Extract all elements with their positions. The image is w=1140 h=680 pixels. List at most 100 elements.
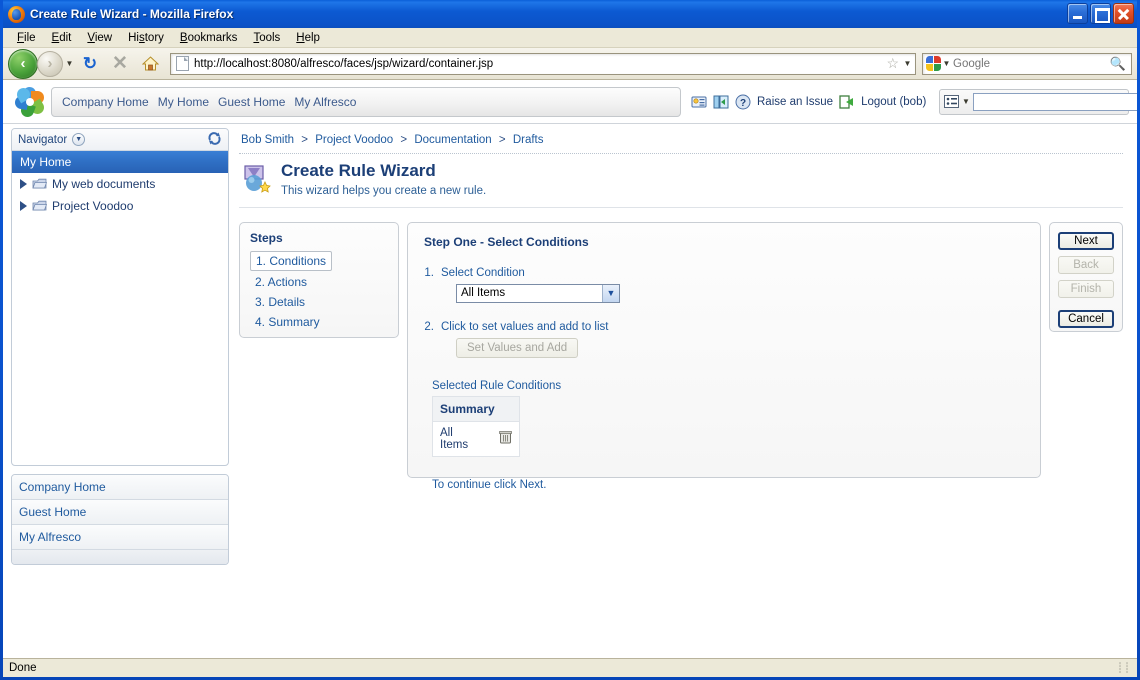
selected-conditions-caption: Selected Rule Conditions [432,379,562,392]
maximize-button[interactable] [1090,3,1111,24]
magnifier-icon[interactable]: 🔍 [1110,56,1126,72]
shelf-icon[interactable] [713,94,729,110]
breadcrumb-item-3[interactable]: Drafts [513,134,544,146]
refresh-icon[interactable] [207,131,222,149]
search-engine-dropdown-icon[interactable]: ▼ [942,59,951,68]
selected-conditions-table: Summary All Items [432,395,520,457]
reload-icon[interactable]: ↻ [76,50,104,78]
navigator-header: Navigator ▼ [12,129,228,151]
app-header: Company Home My Home Guest Home My Alfre… [3,80,1137,124]
trash-icon[interactable] [499,430,512,447]
step-details[interactable]: 3. Details [250,292,388,312]
table-row: All Items [433,421,519,456]
quick-search-input[interactable] [972,92,1137,111]
browser-window: Create Rule Wizard - Mozilla Firefox Fil… [0,0,1140,680]
window-title: Create Rule Wizard - Mozilla Firefox [30,7,234,21]
set-values-and-add-button[interactable]: Set Values and Add [456,337,579,358]
sidebar-item-project-voodoo[interactable]: Project Voodoo [12,195,228,217]
sidebar-item-my-web-documents[interactable]: My web documents [12,173,228,195]
google-icon[interactable] [926,56,941,71]
url-bar[interactable]: http://localhost:8080/alfresco/faces/jsp… [170,52,916,75]
title-bar: Create Rule Wizard - Mozilla Firefox [3,0,1137,28]
step-summary[interactable]: 4. Summary [250,312,388,332]
nav-link-my-alfresco[interactable]: My Alfresco [294,95,356,109]
main-content: Bob Smith > Project Voodoo > Documentati… [229,124,1137,658]
sidebar-item-label: Project Voodoo [52,199,134,213]
wizard-main-panel: Step One - Select Conditions 1. Select C… [407,221,1041,491]
user-profile-icon[interactable] [691,94,707,110]
steps-title: Steps [250,230,283,245]
nav-link-my-home[interactable]: My Home [158,95,209,109]
url-text[interactable]: http://localhost:8080/alfresco/faces/jsp… [194,58,882,70]
browser-search-bar[interactable]: ▼ 🔍 [922,52,1132,75]
nav-link-guest-home[interactable]: Guest Home [218,95,285,109]
cancel-button[interactable]: Cancel [1058,309,1114,328]
breadcrumb-separator: > [498,134,506,146]
triangle-right-icon[interactable] [20,201,27,211]
home-icon[interactable] [136,50,164,78]
table-header-summary: Summary [433,396,519,422]
breadcrumb-item-0[interactable]: Bob Smith [241,134,294,146]
chevron-down-icon[interactable]: ▼ [65,59,74,68]
status-bar: Done ┊┊ [3,658,1137,677]
page-viewport: Company Home My Home Guest Home My Alfre… [3,80,1137,658]
sidebar-shortcuts: Company Home Guest Home My Alfresco [11,474,229,565]
sidebar-item-label: My web documents [52,177,156,191]
triangle-right-icon[interactable] [20,179,27,189]
next-button[interactable]: Next [1058,231,1114,250]
page-title: Create Rule Wizard [281,161,436,180]
firefox-icon [8,5,25,23]
sidebar-link-guest-home[interactable]: Guest Home [12,500,228,525]
step-actions[interactable]: 2. Actions [250,272,388,292]
chevron-down-icon[interactable]: ▼ [72,133,86,146]
menu-tools[interactable]: Tools [245,30,288,46]
app-nav-links: Company Home My Home Guest Home My Alfre… [51,86,681,117]
close-button[interactable] [1113,3,1134,24]
menu-file[interactable]: File [9,30,44,46]
field-label: Select Condition [441,266,525,279]
breadcrumb-item-1[interactable]: Project Voodoo [315,134,393,146]
step-conditions[interactable]: 1. Conditions [250,250,333,271]
field-number: 2. [424,320,434,333]
resize-grip-icon[interactable]: ┊┊ [1117,663,1131,674]
stop-icon[interactable]: ✕ [106,50,134,78]
sidebar-link-company-home[interactable]: Company Home [12,475,228,500]
select-condition-dropdown[interactable]: All Items ▼ [456,283,620,303]
logout-link[interactable]: Logout (bob) [861,96,926,108]
menu-edit[interactable]: Edit [44,30,80,46]
folder-icon [32,178,48,191]
minimize-button[interactable] [1067,3,1088,24]
header-tools: ? Raise an Issue Logout (bob) [691,94,926,110]
menu-help[interactable]: Help [288,30,328,46]
menu-bookmarks[interactable]: Bookmarks [172,30,246,46]
field-select-condition: 1. Select Condition [424,267,1024,279]
back-arrow-icon[interactable]: ‹ [8,48,38,79]
forward-arrow-icon[interactable]: › [37,50,63,77]
sidebar-item-my-home[interactable]: My Home [12,151,228,173]
field-number: 1. [424,266,434,279]
wizard-layout: Steps 1. Conditions 2. Actions 3. Detail… [239,221,1123,491]
breadcrumb-item-2[interactable]: Documentation [414,134,491,146]
quick-search: ▼ 🔍 [939,88,1137,115]
browser-client: File Edit View History Bookmarks Tools H… [3,28,1137,677]
chevron-down-icon[interactable]: ▼ [962,97,970,106]
page-subtitle: This wizard helps you create a new rule. [281,184,487,197]
nav-link-company-home[interactable]: Company Home [62,95,149,109]
star-icon[interactable]: ☆ [886,55,899,72]
logout-icon[interactable] [839,94,855,110]
menu-bar: File Edit View History Bookmarks Tools H… [3,28,1137,48]
url-dropdown-icon[interactable]: ▼ [903,59,912,68]
raise-issue-link[interactable]: Raise an Issue [757,96,833,108]
browser-search-input[interactable] [951,56,1110,71]
field-set-values: 2. Click to set values and add to list [424,321,1024,333]
alfresco-logo-icon[interactable] [13,84,47,119]
search-options-icon[interactable] [944,95,959,108]
help-icon[interactable]: ? [735,94,751,110]
chevron-down-icon[interactable]: ▼ [602,284,619,302]
svg-text:?: ? [740,98,746,109]
sidebar-link-my-alfresco[interactable]: My Alfresco [12,525,228,550]
select-condition-wrapper: All Items ▼ [456,283,1024,303]
window-controls [1067,3,1134,24]
menu-history[interactable]: History [120,30,172,46]
menu-view[interactable]: View [79,30,120,46]
